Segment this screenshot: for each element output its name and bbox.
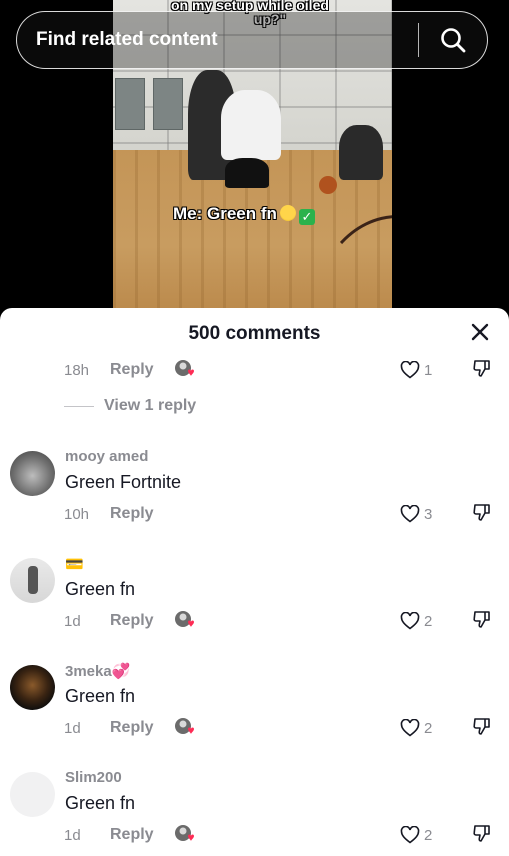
close-icon[interactable] [469,321,493,345]
wall-panel [153,78,183,130]
reply-button[interactable]: Reply [110,612,154,630]
reply-button[interactable]: Reply [110,361,154,379]
comment-text: Green Fortnite [65,472,182,492]
dislike-icon[interactable] [472,358,492,383]
dislike-icon[interactable] [472,823,492,848]
heart-icon [400,505,420,523]
comment-meta-row: 18h Reply 1 [64,358,509,382]
comment-username[interactable]: 💳 [65,555,84,573]
like-button[interactable]: 2 [400,612,432,630]
comment-time: 18h [64,361,90,379]
reply-button[interactable]: Reply [110,505,154,523]
heart-icon [400,719,420,737]
player-silhouette [221,90,281,160]
comment-meta-row: 1d Reply 2 [64,716,509,740]
comment-time: 10h [64,505,90,523]
view-replies-line [64,405,94,407]
like-button[interactable]: 1 [400,361,432,379]
dislike-icon[interactable] [472,609,492,634]
like-count: 1 [424,361,433,379]
comment-time: 1d [64,612,81,630]
view-replies-button[interactable]: View 1 reply [64,397,196,415]
search-icon[interactable] [433,20,473,60]
like-count: 2 [424,826,433,844]
comment-meta-row: 1d Reply 2 [64,823,509,847]
dislike-icon[interactable] [472,716,492,741]
comment-meta-row: 1d Reply 2 [64,609,509,633]
comment-text: Green fn [65,579,136,599]
like-count: 2 [424,612,433,630]
player-silhouette [339,125,383,180]
like-button[interactable]: 2 [400,719,432,737]
creator-liked-avatar-icon [174,824,196,846]
like-count: 3 [424,505,433,523]
search-input[interactable]: Find related content [36,29,418,51]
heart-icon [400,361,420,379]
reply-button[interactable]: Reply [110,719,154,737]
comments-title: 500 comments [188,323,321,344]
like-button[interactable]: 2 [400,826,432,844]
heart-icon [400,612,420,630]
comments-header: 500 comments [0,308,509,360]
comment-time: 1d [64,719,81,737]
avatar[interactable] [10,665,55,710]
comment-username[interactable]: 3meka💞 [65,662,130,680]
search-bar[interactable]: Find related content [16,11,488,69]
creator-liked-avatar-icon [174,717,196,739]
comment-time: 1d [64,826,81,844]
search-divider [417,23,419,57]
avatar[interactable] [10,772,55,817]
basketball [319,176,337,194]
like-button[interactable]: 3 [400,505,432,523]
creator-liked-avatar-icon [174,359,196,381]
player-silhouette [225,158,269,188]
dislike-icon[interactable] [472,502,492,527]
view-replies-label: View 1 reply [104,397,197,414]
heart-icon [400,826,420,844]
video-player[interactable]: on my setup while oiled up?" Me: Green f… [0,0,509,310]
avatar[interactable] [10,558,55,603]
money-mouth-face-icon [279,205,296,221]
comments-sheet: 500 comments 18h Reply 1 View 1 reply mo… [0,308,509,856]
like-count: 2 [424,719,433,737]
comment-meta-row: 10h Reply 3 [64,502,509,526]
creator-liked-avatar-icon [174,610,196,632]
comment-username[interactable]: mooy amed [65,448,148,465]
wall-panel [115,78,145,130]
comment-text: Green fn [65,793,136,813]
video-caption-overlay: Me: Green fn ✓ [173,204,315,225]
avatar[interactable] [10,451,55,496]
reply-button[interactable]: Reply [110,826,154,844]
comment-text: Green fn [65,686,136,706]
comment-username[interactable]: Slim200 [65,769,122,786]
check-mark-icon: ✓ [298,209,315,225]
